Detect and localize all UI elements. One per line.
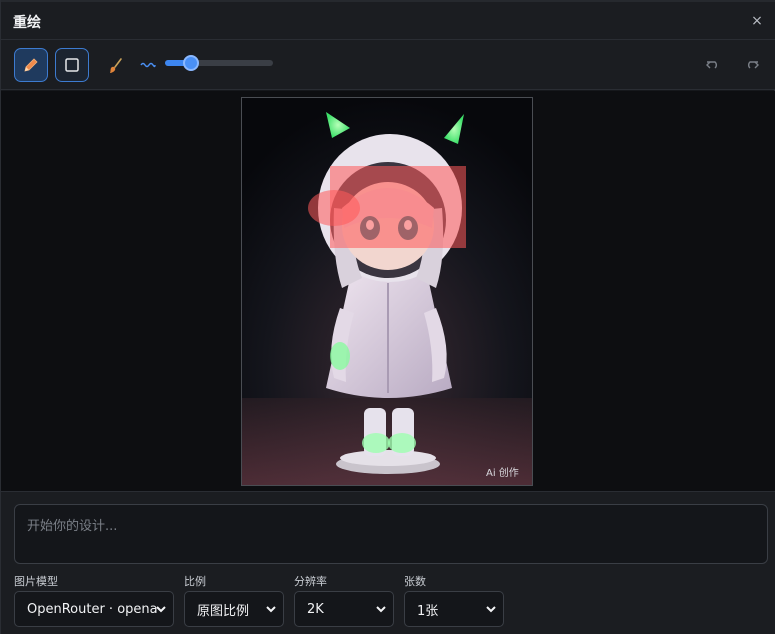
pencil-tool-button[interactable] bbox=[14, 48, 48, 82]
chevron-down-icon bbox=[376, 606, 386, 613]
count-select-value: 1张 bbox=[417, 603, 439, 619]
mask-toolbar bbox=[1, 40, 775, 90]
brush-icon[interactable] bbox=[106, 56, 126, 76]
figure-illustration: Ai 创作 bbox=[242, 98, 532, 485]
wave-icon bbox=[139, 58, 157, 72]
ratio-label: 比例 bbox=[184, 575, 206, 588]
rectangle-icon bbox=[65, 58, 79, 72]
resolution-label: 分辨率 bbox=[294, 575, 327, 588]
resolution-select-value: 2K bbox=[307, 601, 324, 617]
resolution-select[interactable]: 2K bbox=[294, 591, 394, 627]
model-select[interactable]: OpenRouter · opena bbox=[14, 591, 174, 627]
chevron-down-icon bbox=[266, 606, 276, 613]
pencil-icon bbox=[24, 58, 38, 72]
rectangle-tool-button[interactable] bbox=[55, 48, 89, 82]
edit-image[interactable]: Ai 创作 bbox=[241, 97, 533, 486]
chevron-down-icon bbox=[486, 606, 496, 613]
close-icon[interactable]: × bbox=[748, 12, 766, 30]
count-label: 张数 bbox=[404, 575, 426, 588]
count-select[interactable]: 1张 bbox=[404, 591, 504, 627]
brush-size-slider[interactable] bbox=[165, 55, 273, 71]
model-label: 图片模型 bbox=[14, 575, 58, 588]
undo-icon[interactable] bbox=[704, 57, 722, 73]
watermark-text: Ai 创作 bbox=[486, 466, 519, 479]
dialog-titlebar: 重绘 × bbox=[1, 0, 775, 40]
redo-icon[interactable] bbox=[743, 57, 761, 73]
canvas-area: Ai 创作 bbox=[1, 91, 775, 492]
dialog-title: 重绘 bbox=[13, 15, 41, 31]
prompt-input[interactable] bbox=[14, 504, 768, 564]
model-select-value: OpenRouter · opena bbox=[27, 601, 158, 617]
ratio-select-value: 原图比例 bbox=[197, 603, 250, 619]
ratio-select[interactable]: 原图比例 bbox=[184, 591, 284, 627]
generation-panel: 图片模型 比例 分辨率 张数 OpenRouter · opena 原图比例 2… bbox=[1, 492, 775, 634]
redraw-dialog: 重绘 × Ai 创作 开始你的设计... 图片模型 比例 分辨率 张数 Open… bbox=[0, 0, 775, 634]
chevron-down-icon bbox=[156, 606, 166, 613]
